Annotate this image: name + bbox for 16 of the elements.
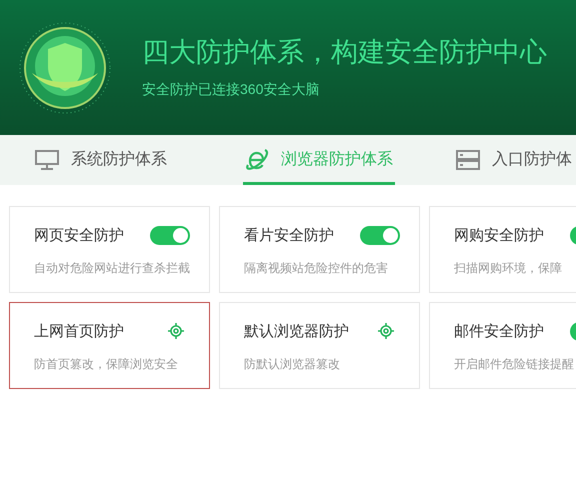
card-title: 邮件安全防护	[454, 322, 544, 342]
card-title: 上网首页防护	[34, 322, 124, 342]
card-description: 防默认浏览器篡改	[244, 356, 340, 373]
card-description: 开启邮件危险链接提醒	[454, 356, 574, 373]
banner-title: 四大防护体系，构建安全防护中心	[142, 39, 547, 66]
tab[interactable]: 系统防护体系	[33, 135, 169, 185]
card-title: 网购安全防护	[454, 226, 544, 246]
card-title: 看片安全防护	[244, 226, 334, 246]
card-title: 默认浏览器防护	[244, 322, 349, 342]
banner-subtitle: 安全防护已连接360安全大脑	[142, 82, 320, 96]
card-description: 自动对危险网站进行查杀拦截	[34, 260, 190, 277]
card-description: 防首页篡改，保障浏览安全	[34, 356, 178, 373]
card-description: 隔离视频站危险控件的危害	[244, 260, 388, 277]
tab[interactable]: 入口防护体	[454, 135, 574, 185]
card-description: 扫描网购环境，保障	[454, 260, 562, 277]
card-title: 网页安全防护	[34, 226, 124, 246]
